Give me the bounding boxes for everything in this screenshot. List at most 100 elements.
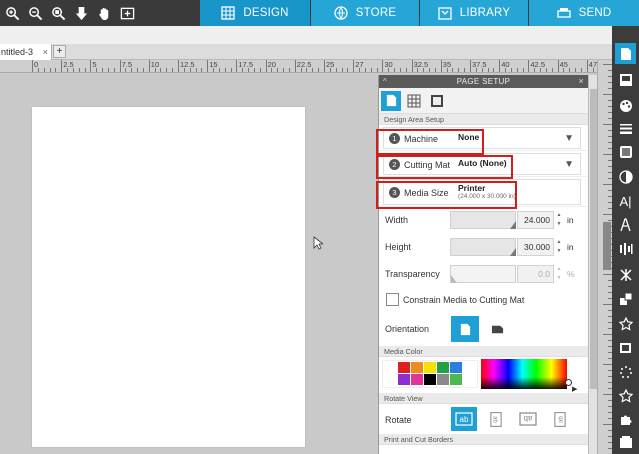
tab-page-settings[interactable] [381,90,401,111]
ruler-tick [300,68,302,72]
ruler-tick [540,68,542,72]
rotate-270-button[interactable]: ab [547,407,573,431]
width-stepper[interactable]: ▲ ▼ [556,211,562,229]
media-page[interactable] [32,107,305,447]
canvas-scroll-thumb[interactable] [603,222,611,270]
text-style-tool[interactable]: A| [615,191,636,212]
zoom-out-icon[interactable] [27,5,44,22]
modify-tool[interactable] [615,313,636,334]
color-swatch[interactable] [385,362,397,373]
color-swatch[interactable] [424,374,436,385]
ruler-tick [405,68,407,72]
tab-registration-marks[interactable] [427,91,447,111]
landscape-page-icon [491,325,503,333]
transparency-input[interactable]: 0.0 [517,265,554,283]
puzzle-tool[interactable] [615,408,636,429]
line-style-tool[interactable] [615,117,636,138]
move-down-icon[interactable] [73,5,90,22]
replicate-tool[interactable] [615,288,636,309]
panel-scrollbar[interactable] [588,75,597,454]
color-swatch[interactable] [398,362,410,373]
close-tab-icon[interactable]: × [43,44,48,60]
ruler-label: 37.5 [472,60,487,69]
pixscan-tool[interactable] [615,69,636,90]
registration-marks-icon [431,94,443,107]
height-slider[interactable] [450,238,516,256]
tab-send[interactable]: SEND [529,0,639,26]
add-frame-icon[interactable] [119,5,136,22]
color-swatch[interactable] [450,362,462,373]
ruler-tick [312,68,314,72]
orientation-landscape-button[interactable] [483,316,511,342]
rotate-90-button[interactable]: ab [483,407,509,431]
fill-color-tool[interactable] [615,95,636,116]
page-setup-tool[interactable] [615,43,636,64]
ruler-tick [603,64,612,65]
constrain-checkbox[interactable] [386,293,399,306]
pixscan-icon [619,73,632,86]
transparency-stepper[interactable]: ▲ ▼ [556,265,562,283]
expand-icon[interactable]: ▶ [572,385,577,393]
tab-store[interactable]: STORE [311,0,419,26]
color-swatch[interactable] [437,362,449,373]
library-tool[interactable] [615,431,636,452]
offset-tool[interactable] [615,337,636,358]
ruler-tick [131,68,133,72]
horizontal-ruler: 0 2.5 5 7.5 10 12.5 15 17.5 20 22.5 25 27 30 32.5 35 37… [0,60,612,73]
rotate-180-button[interactable]: ab [515,407,541,431]
rotate-0-icon: ab [455,412,473,426]
trace-tool[interactable] [615,361,636,382]
height-stepper[interactable]: ▲ ▼ [556,238,562,256]
zoom-in-icon[interactable] [4,5,21,22]
ruler-tick [189,68,191,72]
color-target-icon[interactable] [565,379,572,386]
height-input[interactable]: 30.000 [517,238,554,256]
grid-icon [407,94,421,107]
image-tool[interactable] [615,141,636,162]
trace-dots-icon [619,365,632,378]
document-tab[interactable]: ntitled-3 × [0,44,52,60]
pen-text-tool[interactable] [615,214,636,235]
chevron-down-icon[interactable]: ▼ [564,133,574,144]
collapse-icon[interactable]: ^ [383,75,387,88]
width-slider[interactable] [450,211,516,229]
ruler-tick [242,68,244,72]
color-spectrum[interactable] [481,359,567,389]
add-tab-button[interactable]: + [53,45,66,58]
color-swatch[interactable] [437,374,449,385]
tab-grid-settings[interactable] [404,91,424,111]
ruler-tick [67,68,69,72]
star-tool[interactable] [615,385,636,406]
tab-library[interactable]: LIBRARY [420,0,528,26]
color-swatch[interactable] [385,374,397,385]
pan-hand-icon[interactable] [96,5,113,22]
color-swatch[interactable] [450,374,462,385]
section-media-color: Media Color [379,346,588,357]
color-swatch[interactable] [463,374,475,385]
orientation-portrait-button[interactable] [451,316,479,342]
ruler-tick [510,68,512,72]
chevron-down-icon[interactable]: ▼ [564,159,574,170]
color-swatch[interactable] [424,362,436,373]
transform-tool[interactable] [615,264,636,285]
ruler-tick [603,274,612,275]
color-swatch[interactable] [463,362,475,373]
width-input[interactable]: 24.000 [517,211,554,229]
transparency-unit: % [567,269,575,279]
ruler-tick [43,68,45,72]
close-icon[interactable]: × [578,75,584,88]
color-swatch[interactable] [411,374,423,385]
section-design-area: Design Area Setup [379,114,588,125]
tab-design[interactable]: DESIGN [200,0,310,26]
contrast-tool[interactable] [615,166,636,187]
zoom-fit-icon[interactable] [50,5,67,22]
rotate-0-button[interactable]: ab [451,407,477,431]
height-unit: in [567,242,574,252]
align-tool[interactable] [615,238,636,259]
color-swatch[interactable] [398,374,410,385]
silhouette-studio-window: DESIGN STORE LIBRARY SEND ntitled-3 × + … [0,0,639,454]
color-swatch[interactable] [411,362,423,373]
ruler-tick [470,60,471,72]
ruler-tick [603,154,612,155]
transparency-slider[interactable] [450,265,516,283]
